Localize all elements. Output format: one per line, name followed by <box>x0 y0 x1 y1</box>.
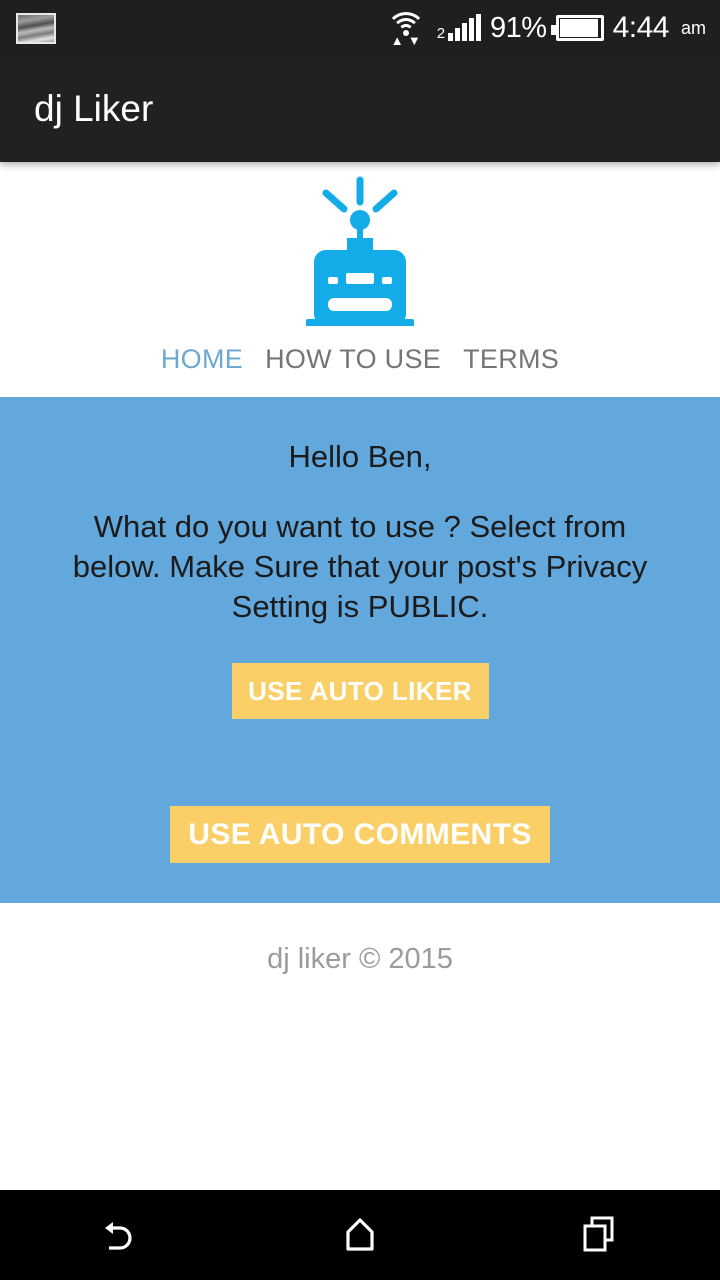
screenshot-image-icon <box>16 12 56 44</box>
home-icon <box>346 1218 374 1251</box>
phone-screen: ▲ ▼ 2 91% 4:44 am dj Liker HOME HOW TO U… <box>0 0 720 1280</box>
nav-recents-button[interactable] <box>480 1212 720 1258</box>
button-spacer <box>0 719 720 806</box>
logo-container <box>0 162 720 326</box>
footer-copyright: dj liker © 2015 <box>267 943 453 975</box>
page-content: HOME HOW TO USE TERMS Hello Ben, What do… <box>0 162 720 976</box>
status-bar-clock: 4:44 <box>612 11 670 44</box>
status-bar-ampm: am <box>680 17 706 38</box>
use-auto-liker-button[interactable]: USE AUTO LIKER <box>231 663 489 719</box>
robot-head-logo <box>306 176 414 326</box>
greeting-text: Hello Ben, <box>288 439 432 474</box>
tab-terms[interactable]: TERMS <box>463 344 559 375</box>
back-icon <box>105 1222 132 1250</box>
nav-tabs: HOME HOW TO USE TERMS <box>0 326 720 397</box>
use-auto-comments-button[interactable]: USE AUTO COMMENTS <box>170 806 550 863</box>
status-bar-right: ▲ ▼ 2 91% 4:44 am <box>384 10 720 47</box>
hero-panel: Hello Ben, What do you want to use ? Sel… <box>0 397 720 903</box>
status-bar: ▲ ▼ 2 91% 4:44 am <box>0 0 720 56</box>
tab-how-to-use[interactable]: HOW TO USE <box>265 344 441 375</box>
nav-home-button[interactable] <box>240 1212 480 1258</box>
app-title: dj Liker <box>34 88 154 129</box>
cellular-signal-icon: 2 <box>436 14 482 42</box>
app-bar: dj Liker <box>0 56 720 162</box>
instruction-text: What do you want to use ? Select from be… <box>72 509 648 624</box>
status-bar-left <box>0 12 56 44</box>
tab-home[interactable]: HOME <box>161 344 243 375</box>
battery-icon <box>550 15 604 41</box>
android-nav-bar <box>0 1190 720 1280</box>
nav-back-button[interactable] <box>0 1212 240 1258</box>
wifi-with-transfer-arrows-icon: ▲ ▼ <box>384 10 428 47</box>
battery-percent-label: 91% <box>490 11 547 44</box>
footer: dj liker © 2015 <box>0 903 720 976</box>
sim-label: 2 <box>436 25 446 42</box>
recents-icon <box>583 1216 614 1252</box>
